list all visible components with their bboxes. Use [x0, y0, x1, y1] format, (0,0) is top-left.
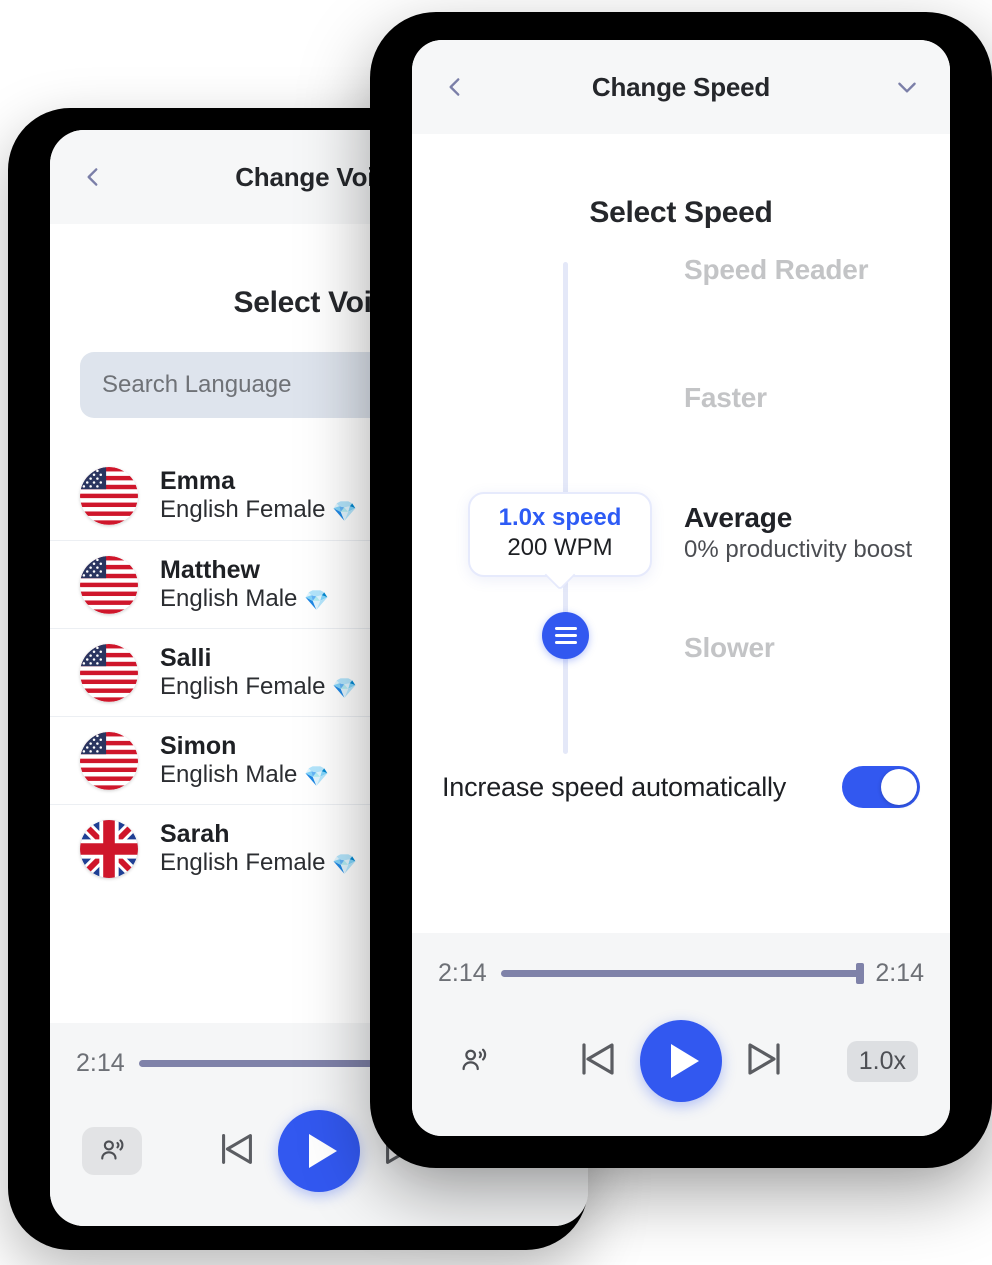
elapsed-time: 2:14 — [438, 959, 487, 988]
drag-handle-line — [555, 634, 577, 637]
premium-gem-icon: 💎 — [332, 678, 357, 700]
voice-name: Salli — [160, 644, 211, 672]
change-speed-screen: Change Speed Select Speed Speed Reader F… — [412, 40, 950, 1136]
tooltip-wpm-value: 200 WPM — [478, 533, 642, 563]
drag-handle-line — [555, 641, 577, 644]
toggle-knob — [881, 769, 917, 805]
scale-sublabel-average: 0% productivity boost — [684, 536, 912, 564]
audio-player-right: 2:14 2:14 — [412, 933, 950, 1136]
premium-gem-icon: 💎 — [304, 766, 329, 788]
auto-increase-speed-row[interactable]: Increase speed automatically — [412, 760, 950, 830]
search-placeholder: Search Language — [102, 371, 292, 399]
flag-us-icon — [80, 467, 138, 525]
elapsed-time: 2:14 — [76, 1049, 125, 1078]
person-speaking-icon[interactable] — [82, 1127, 142, 1175]
auto-increase-toggle[interactable] — [842, 766, 920, 808]
play-button[interactable] — [640, 1020, 722, 1102]
voice-name: Matthew — [160, 556, 260, 584]
voice-name: Simon — [160, 732, 236, 760]
person-speaking-icon[interactable] — [444, 1037, 504, 1085]
voice-description: English Female — [160, 673, 325, 700]
flag-uk-icon — [80, 820, 138, 878]
play-button[interactable] — [278, 1110, 360, 1192]
premium-gem-icon: 💎 — [304, 590, 329, 612]
chevron-left-icon[interactable] — [442, 74, 468, 100]
progress-slider[interactable] — [501, 970, 862, 977]
playback-controls: 1.0x — [438, 1020, 924, 1102]
navbar-change-speed: Change Speed — [412, 40, 950, 134]
scale-label-faster[interactable]: Faster — [684, 382, 767, 413]
progress-row: 2:14 2:14 — [438, 959, 924, 988]
tooltip-arrow — [544, 559, 575, 590]
chevron-down-icon[interactable] — [894, 74, 920, 100]
premium-gem-icon: 💎 — [332, 854, 357, 876]
playback-rate-button[interactable]: 1.0x — [847, 1041, 918, 1082]
tooltip-speed-value: 1.0x speed — [478, 504, 642, 533]
speed-slider-thumb[interactable] — [542, 612, 589, 659]
skip-next-icon[interactable] — [740, 1035, 788, 1088]
skip-previous-icon[interactable] — [574, 1035, 622, 1088]
flag-us-icon — [80, 556, 138, 614]
voice-description: English Male — [160, 585, 297, 612]
scale-label-average: Average — [684, 502, 912, 534]
voice-name: Sarah — [160, 820, 229, 848]
speed-slider-area: Speed Reader Faster Average 0% productiv… — [412, 240, 950, 760]
chevron-left-icon[interactable] — [80, 164, 106, 190]
scale-label-speed-reader[interactable]: Speed Reader — [684, 254, 868, 285]
page-title-select-speed: Select Speed — [412, 134, 950, 240]
voice-description: English Female — [160, 849, 325, 876]
drag-handle-line — [555, 627, 577, 630]
scale-label-slower[interactable]: Slower — [684, 632, 775, 663]
navbar-title: Change Speed — [468, 72, 894, 103]
play-icon — [671, 1044, 699, 1078]
skip-previous-icon[interactable] — [214, 1126, 260, 1177]
flag-us-icon — [80, 732, 138, 790]
duration-time: 2:14 — [875, 959, 924, 988]
premium-gem-icon: 💎 — [332, 501, 357, 523]
voice-description: English Female — [160, 496, 325, 523]
auto-increase-label: Increase speed automatically — [442, 772, 786, 803]
voice-name: Emma — [160, 467, 235, 495]
flag-us-icon — [80, 644, 138, 702]
voice-description: English Male — [160, 761, 297, 788]
speed-value-tooltip: 1.0x speed 200 WPM — [468, 492, 652, 577]
progress-knob[interactable] — [856, 963, 864, 984]
play-icon — [309, 1134, 337, 1168]
